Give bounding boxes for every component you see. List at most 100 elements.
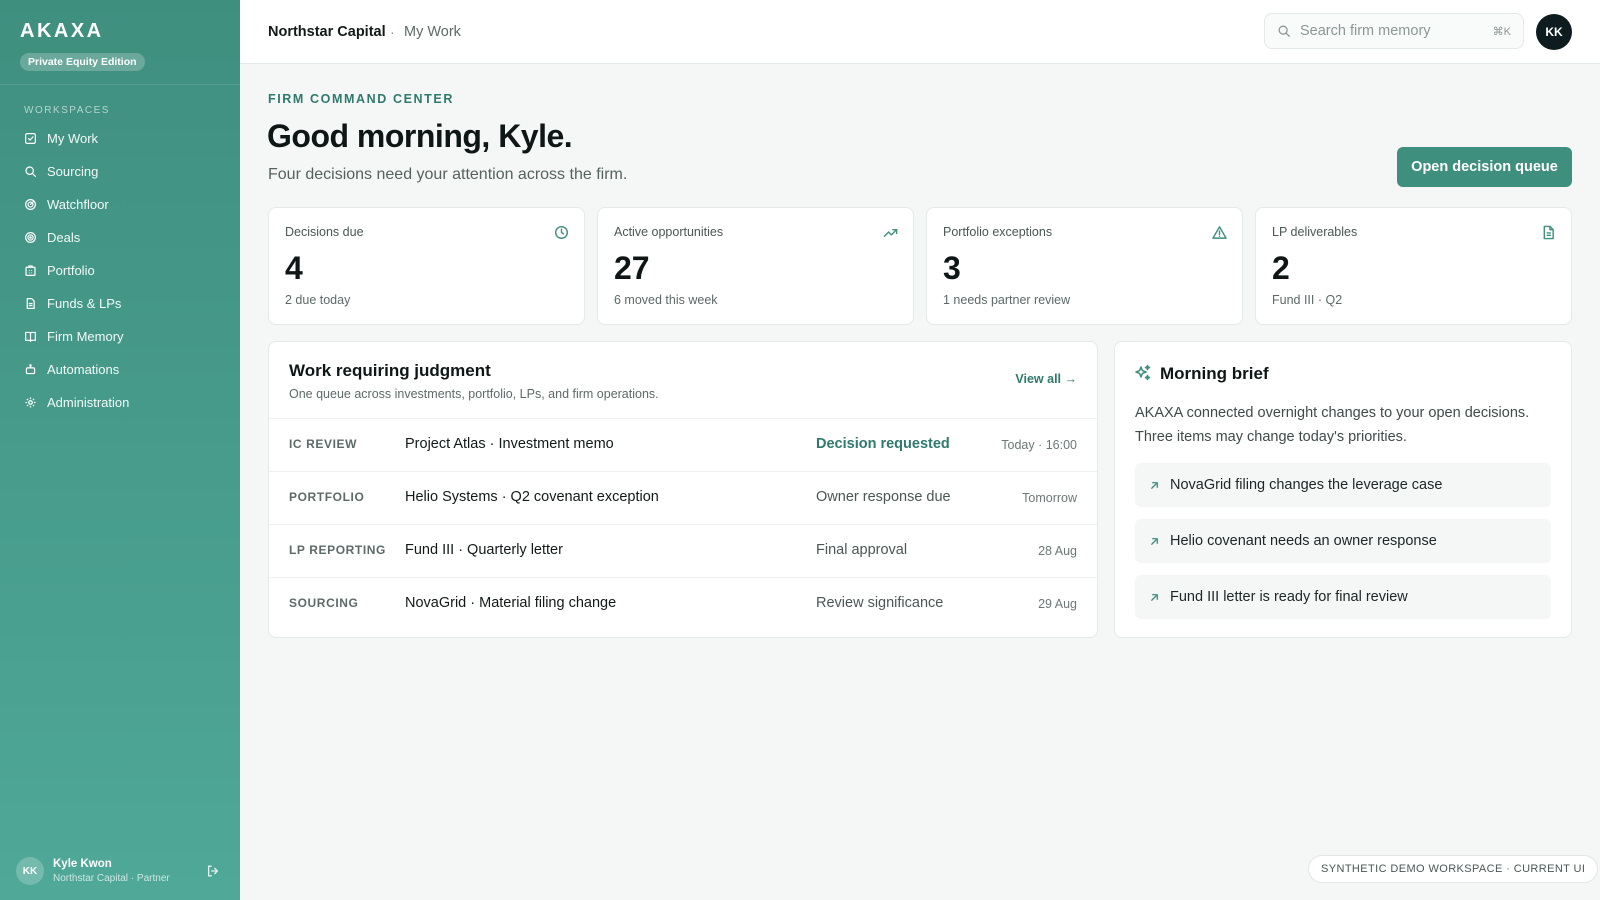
queue-title: Work requiring judgment: [289, 361, 491, 380]
sidebar-item-watchfloor[interactable]: Watchfloor: [0, 188, 240, 221]
brand-logo[interactable]: AKAXA: [20, 20, 104, 43]
queue-item-title: NovaGrid · Material filing change: [405, 595, 617, 611]
user-profile[interactable]: KK Kyle Kwon Northstar Capital · Partner: [16, 857, 170, 885]
sidebar-item-funds-lps[interactable]: Funds & LPs: [0, 287, 240, 320]
page-subtitle: Four decisions need your attention acros…: [268, 166, 628, 183]
workspaces-label: WORKSPACES: [24, 105, 110, 116]
metric-subtext: Fund III · Q2: [1272, 293, 1343, 307]
brief-item[interactable]: NovaGrid filing changes the leverage cas…: [1135, 463, 1551, 507]
metric-value: 4: [285, 250, 303, 286]
check-square-icon: [25, 133, 36, 144]
sidebar-item-label: Administration: [47, 395, 130, 410]
file-icon: [1543, 225, 1554, 240]
bot-icon: [25, 364, 36, 375]
queue-row[interactable]: PORTFOLIO Helio Systems · Q2 covenant ex…: [269, 471, 1097, 524]
search-icon: [25, 166, 36, 177]
queue-row[interactable]: IC REVIEW Project Atlas · Investment mem…: [269, 418, 1097, 471]
sidebar-item-label: Firm Memory: [47, 329, 124, 344]
target-icon: [25, 232, 36, 243]
queue-status: Owner response due: [816, 489, 951, 505]
gear-icon: [25, 397, 36, 408]
avatar[interactable]: KK: [1536, 14, 1572, 50]
arrow-up-right-icon: [1151, 481, 1158, 489]
metric-subtext: 1 needs partner review: [943, 293, 1071, 307]
view-all-link[interactable]: View all →: [1015, 372, 1077, 386]
trending-up-icon: [883, 228, 898, 237]
queue-category: IC REVIEW: [289, 437, 358, 451]
queue-category: PORTFOLIO: [289, 490, 365, 504]
queue-due-date: Today · 16:00: [1001, 438, 1077, 452]
sidebar-item-administration[interactable]: Administration: [0, 386, 240, 419]
metric-value: 3: [943, 250, 961, 286]
search-input[interactable]: [1300, 23, 1480, 39]
sidebar-item-label: My Work: [47, 131, 99, 146]
queue-status: Final approval: [816, 542, 908, 558]
sidebar-item-label: Funds & LPs: [47, 296, 122, 311]
queue-category: LP REPORTING: [289, 543, 386, 557]
queue-row[interactable]: LP REPORTING Fund III · Quarterly letter…: [269, 524, 1097, 577]
sidebar-item-my-work[interactable]: My Work: [0, 122, 240, 155]
user-details: Kyle Kwon Northstar Capital · Partner: [53, 858, 170, 884]
queue-due-date: 29 Aug: [1038, 597, 1077, 611]
user-role: Northstar Capital · Partner: [53, 873, 170, 884]
brief-item-label: Fund III letter is ready for final revie…: [1170, 589, 1408, 605]
search-shortcut: ⌘K: [1492, 25, 1511, 38]
metric-label: Portfolio exceptions: [943, 225, 1053, 239]
sparkles-icon: [1135, 364, 1151, 381]
metric-label: LP deliverables: [1272, 225, 1358, 239]
metric-subtext: 2 due today: [285, 293, 351, 307]
sidebar-item-portfolio[interactable]: Portfolio: [0, 254, 240, 287]
sidebar-item-label: Automations: [47, 362, 120, 377]
breadcrumb-page: My Work: [404, 24, 461, 40]
sidebar-nav: My Work Sourcing Watchfloor Deals Portfo…: [0, 122, 240, 419]
arrow-up-right-icon: [1151, 537, 1158, 545]
logout-icon[interactable]: [206, 864, 220, 878]
user-avatar: KK: [16, 857, 44, 885]
queue-status: Decision requested: [816, 436, 950, 452]
metric-card-lp-deliverables[interactable]: LP deliverables 2 Fund III · Q2: [1255, 207, 1572, 325]
demo-workspace-badge: SYNTHETIC DEMO WORKSPACE · CURRENT UI: [1308, 855, 1599, 883]
queue-row[interactable]: SOURCING NovaGrid · Material filing chan…: [269, 577, 1097, 630]
search-icon: [1278, 25, 1290, 37]
search-bar[interactable]: ⌘K: [1264, 13, 1524, 49]
breadcrumb-separator: ·: [390, 24, 395, 40]
metric-subtext: 6 moved this week: [614, 293, 718, 307]
page-title: Good morning, Kyle.: [267, 118, 573, 154]
brief-item-label: Helio covenant needs an owner response: [1170, 533, 1437, 549]
metric-value: 2: [1272, 250, 1290, 286]
building-icon: [25, 265, 36, 276]
document-icon: [26, 298, 35, 309]
sidebar: AKAXA Private Equity Edition WORKSPACES …: [0, 0, 240, 900]
brief-title: Morning brief: [1160, 364, 1269, 383]
sidebar-item-firm-memory[interactable]: Firm Memory: [0, 320, 240, 353]
queue-subtitle: One queue across investments, portfolio,…: [289, 387, 659, 401]
sidebar-item-deals[interactable]: Deals: [0, 221, 240, 254]
clock-icon: [554, 225, 569, 240]
brief-item-label: NovaGrid filing changes the leverage cas…: [1170, 477, 1443, 493]
sidebar-item-sourcing[interactable]: Sourcing: [0, 155, 240, 188]
work-queue-panel: Work requiring judgment One queue across…: [268, 341, 1098, 638]
queue-item-title: Project Atlas · Investment memo: [405, 436, 614, 452]
radar-icon: [25, 199, 36, 210]
brief-summary: AKAXA connected overnight changes to you…: [1135, 405, 1530, 445]
queue-status: Review significance: [816, 595, 944, 611]
open-decision-queue-button[interactable]: Open decision queue: [1397, 147, 1572, 187]
metric-value: 27: [614, 250, 650, 286]
metric-card-decisions-due[interactable]: Decisions due 4 2 due today: [268, 207, 585, 325]
sidebar-item-automations[interactable]: Automations: [0, 353, 240, 386]
sidebar-divider: [0, 84, 240, 85]
metric-card-active-opportunities[interactable]: Active opportunities 27 6 moved this wee…: [597, 207, 914, 325]
queue-category: SOURCING: [289, 596, 359, 610]
metric-card-portfolio-exceptions[interactable]: Portfolio exceptions 3 1 needs partner r…: [926, 207, 1243, 325]
queue-item-title: Fund III · Quarterly letter: [405, 542, 563, 558]
sidebar-item-label: Deals: [47, 230, 81, 245]
morning-brief-panel: Morning brief AKAXA connected overnight …: [1114, 341, 1572, 638]
brief-item[interactable]: Fund III letter is ready for final revie…: [1135, 575, 1551, 619]
metric-label: Decisions due: [285, 225, 364, 239]
user-name: Kyle Kwon: [53, 858, 112, 870]
brief-item[interactable]: Helio covenant needs an owner response: [1135, 519, 1551, 563]
queue-item-title: Helio Systems · Q2 covenant exception: [405, 489, 659, 505]
queue-due-date: 28 Aug: [1038, 544, 1077, 558]
breadcrumb-firm[interactable]: Northstar Capital: [268, 24, 386, 40]
warning-icon: [1212, 226, 1227, 239]
